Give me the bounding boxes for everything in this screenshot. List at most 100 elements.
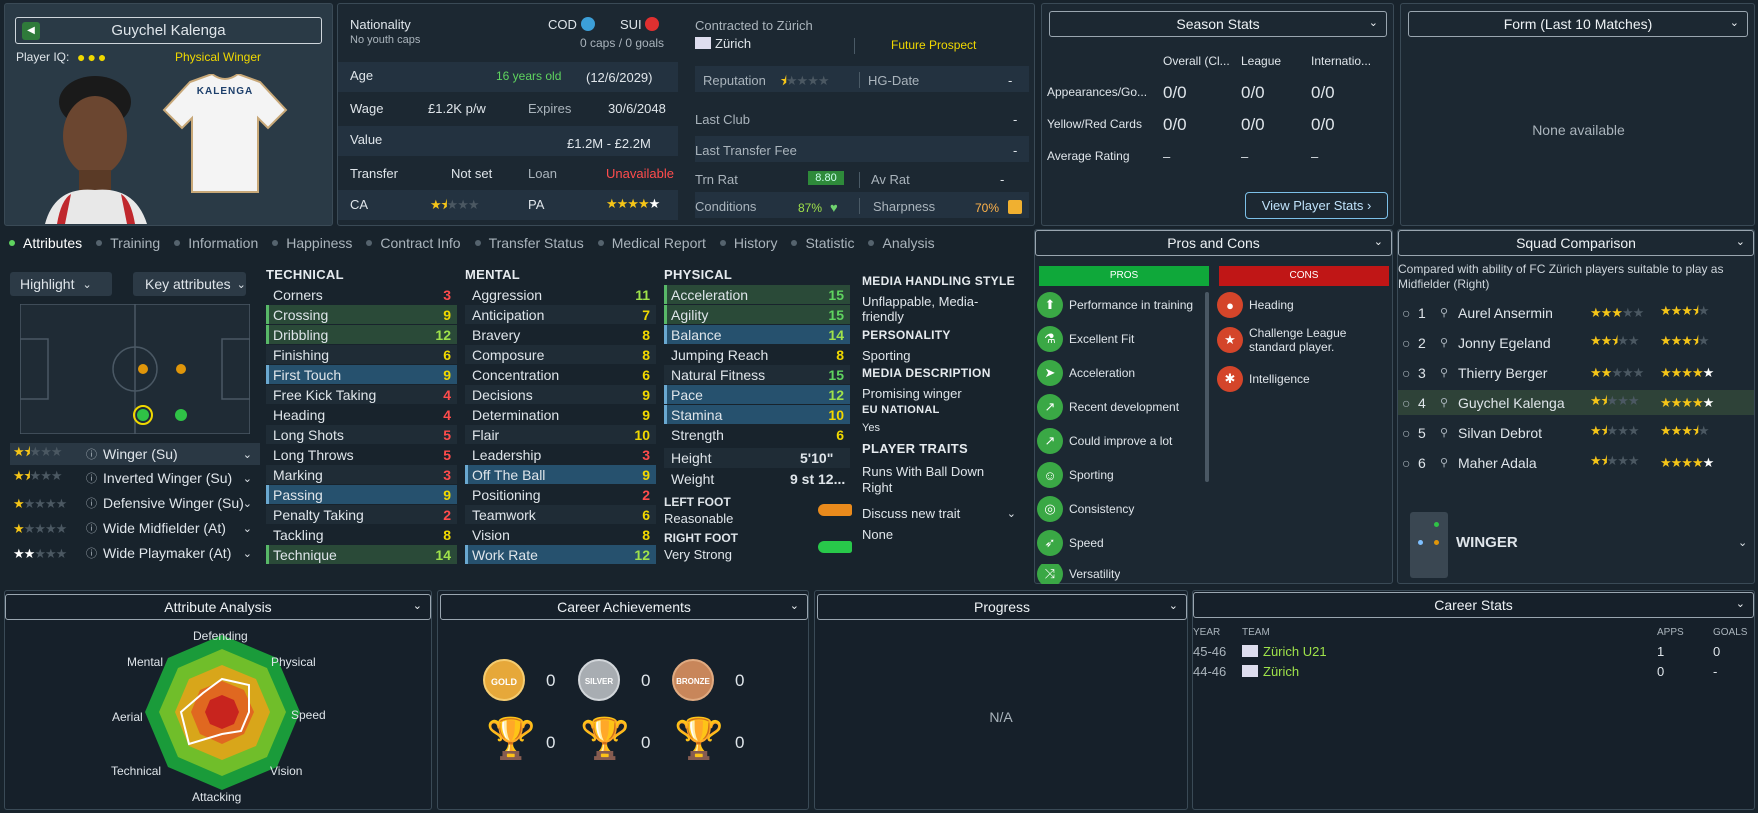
gold-count: 0 <box>546 671 556 690</box>
role-name: Wide Midfielder (At) <box>103 520 226 536</box>
attr-label: Anticipation <box>472 306 545 323</box>
col-goals: GOALS <box>1713 627 1748 638</box>
age-value: 16 years old <box>496 69 562 83</box>
attr-value: 10 <box>828 406 844 423</box>
left-foot-label: LEFT FOOT <box>664 495 731 509</box>
squad-row[interactable]: ○ 3 ⚲ Thierry Berger ★★★★★ ★★★★★ <box>1398 360 1754 385</box>
stat-label: Appearances/Go... <box>1047 85 1148 99</box>
pro-label: Performance in training <box>1069 298 1194 312</box>
tab-training[interactable]: Training <box>96 235 160 251</box>
squad-row[interactable]: ○ 5 ⚲ Silvan Debrot ★⯨★★★ ★★★⯨★ <box>1398 420 1754 445</box>
discuss-trait-dropdown[interactable]: Discuss new trait ⌄ <box>862 504 1022 522</box>
contract-club[interactable]: Zürich <box>695 36 751 51</box>
attr-value: 15 <box>828 286 844 303</box>
nation-sui: SUI <box>620 17 660 32</box>
tab-transfer-status[interactable]: Transfer Status <box>475 235 584 251</box>
pro-label: Recent development <box>1069 400 1180 414</box>
chevron-down-icon[interactable]: ⌄ <box>1738 536 1747 549</box>
attr-label: Jumping Reach <box>671 346 769 363</box>
view-player-stats-button[interactable]: View Player Stats › <box>1245 192 1388 219</box>
highlight-dropdown[interactable]: Highlight ⌄ <box>10 272 112 296</box>
attr-label: Off The Ball <box>472 466 546 483</box>
mental-title: MENTAL <box>465 267 520 282</box>
attr-value: 7 <box>642 306 650 323</box>
tab-attributes[interactable]: Attributes <box>9 235 82 251</box>
squad-row[interactable]: ○ 6 ⚲ Maher Adala ★⯨★★★ ★★★★★ <box>1398 450 1754 475</box>
progress-dropdown[interactable]: Progress ⌄ <box>817 594 1187 620</box>
stat-value: 0/0 <box>1311 115 1335 134</box>
chevron-down-icon: ⌄ <box>1168 600 1178 612</box>
bronze-count: 0 <box>735 671 745 690</box>
chevron-down-icon: ⌄ <box>1006 507 1016 520</box>
info-panel: Nationality No youth caps COD SUI 0 caps… <box>337 3 1035 226</box>
right-boot-icon <box>818 541 852 553</box>
squad-rank: 1 <box>1418 304 1426 321</box>
form-dropdown[interactable]: Form (Last 10 Matches) ⌄ <box>1408 11 1748 37</box>
role-stars: ★⯨★★★ <box>13 468 63 483</box>
role-row[interactable]: ★⯨★★★ ⓘ Inverted Winger (Su) ⌄ <box>10 467 260 489</box>
role-row[interactable]: ★⯨★★★ ⓘ Winger (Su) ⌄ <box>10 443 260 465</box>
flag-cod-icon <box>580 17 595 31</box>
squad-description: Compared with ability of FC Zürich playe… <box>1398 262 1724 291</box>
heart-icon: ♥ <box>830 200 838 215</box>
attribute-analysis-dropdown[interactable]: Attribute Analysis ⌄ <box>5 594 431 620</box>
role-name: Inverted Winger (Su) <box>103 470 233 486</box>
tab-contract-info[interactable]: Contract Info <box>366 235 460 251</box>
attr-label: Technique <box>273 546 337 563</box>
career-team[interactable]: Zürich <box>1242 664 1299 679</box>
pros-cons-panel: Pros and Cons ⌄ PROS CONS ⬆ Performance in… <box>1034 229 1393 584</box>
attr-value: 4 <box>443 406 451 423</box>
tab-bar: Attributes Training Information Happines… <box>0 231 1030 255</box>
radio-icon: ○ <box>1402 334 1411 351</box>
tab-statistic[interactable]: Statistic <box>791 235 854 251</box>
role-row[interactable]: ★★★★★ ⓘ Defensive Winger (Su) ⌄ <box>10 492 260 514</box>
key-attributes-dropdown[interactable]: Key attributes ⌄ <box>133 272 246 296</box>
career-stats-dropdown[interactable]: Career Stats ⌄ <box>1193 592 1754 618</box>
squad-row[interactable]: ○ 1 ⚲ Aurel Ansermin ★★★★★ ★★★⯨★ <box>1398 300 1754 325</box>
tab-history[interactable]: History <box>720 235 778 251</box>
squad-row[interactable]: ○ 2 ⚲ Jonny Egeland ★★⯨★★ ★★★⯨★ <box>1398 330 1754 355</box>
info-icon: ⓘ <box>86 548 97 560</box>
season-stats-dropdown[interactable]: Season Stats ⌄ <box>1049 11 1387 37</box>
squad-comparison-dropdown[interactable]: Squad Comparison ⌄ <box>1398 230 1754 256</box>
role-row[interactable]: ★★★★★ ⓘ Wide Midfielder (At) ⌄ <box>10 517 260 539</box>
pros-scrollbar[interactable] <box>1205 292 1209 482</box>
name-box[interactable]: ◀ Guychel Kalenga <box>15 17 322 44</box>
tab-medical-report[interactable]: Medical Report <box>598 235 706 251</box>
silver-medal-icon: SILVER <box>578 659 620 701</box>
chevron-down-icon: ⌄ <box>1729 17 1739 29</box>
career-achievements-dropdown[interactable]: Career Achievements ⌄ <box>440 594 808 620</box>
flask-icon: ⚗ <box>1037 326 1063 352</box>
position-pitch <box>20 304 250 434</box>
career-team[interactable]: Zürich U21 <box>1242 644 1327 659</box>
pros-cons-dropdown[interactable]: Pros and Cons ⌄ <box>1035 230 1392 256</box>
radar-label-defending: Defending <box>193 629 248 643</box>
youth-caps: No youth caps <box>350 34 421 46</box>
attr-label: Flair <box>472 426 500 443</box>
media-description-value: Promising winger <box>862 386 962 401</box>
tab-happiness[interactable]: Happiness <box>272 235 352 251</box>
attr-bravery: Bravery 8 <box>465 325 656 344</box>
role-stars: ★★★★★ <box>13 495 67 511</box>
club-crest-icon <box>695 37 711 49</box>
attr-decisions: Decisions 9 <box>465 385 656 404</box>
age-date: (12/6/2029) <box>586 70 653 85</box>
pa-stars: ★★★★★ <box>1660 395 1714 410</box>
attr-jumping-reach: Jumping Reach 8 <box>664 345 850 364</box>
pros-header: PROS <box>1039 266 1209 286</box>
role-row[interactable]: ★★★★★ ⓘ Wide Playmaker (At) ⌄ <box>10 542 260 564</box>
attr-pace: Pace 12 <box>664 385 850 404</box>
tab-analysis[interactable]: Analysis <box>868 235 934 251</box>
attr-determination: Determination 9 <box>465 405 656 424</box>
career-stats-panel: Career Stats ⌄ YEAR TEAM APPS GOALS 45-46… <box>1192 590 1755 810</box>
squad-row-current[interactable]: ○ 4 ⚲ Guychel Kalenga ★⯨★★★ ★★★★★ <box>1398 390 1754 415</box>
silver-label: SILVER <box>584 677 614 686</box>
gold-trophy-count: 0 <box>546 733 556 752</box>
player-iq-dots: ●●● <box>77 49 109 65</box>
career-goals: 0 <box>1713 644 1721 659</box>
career-apps: 0 <box>1657 664 1665 679</box>
tab-information[interactable]: Information <box>174 235 258 251</box>
radar-label-technical: Technical <box>111 764 162 778</box>
value-label: Value <box>350 132 383 147</box>
attr-value: 14 <box>435 546 451 563</box>
